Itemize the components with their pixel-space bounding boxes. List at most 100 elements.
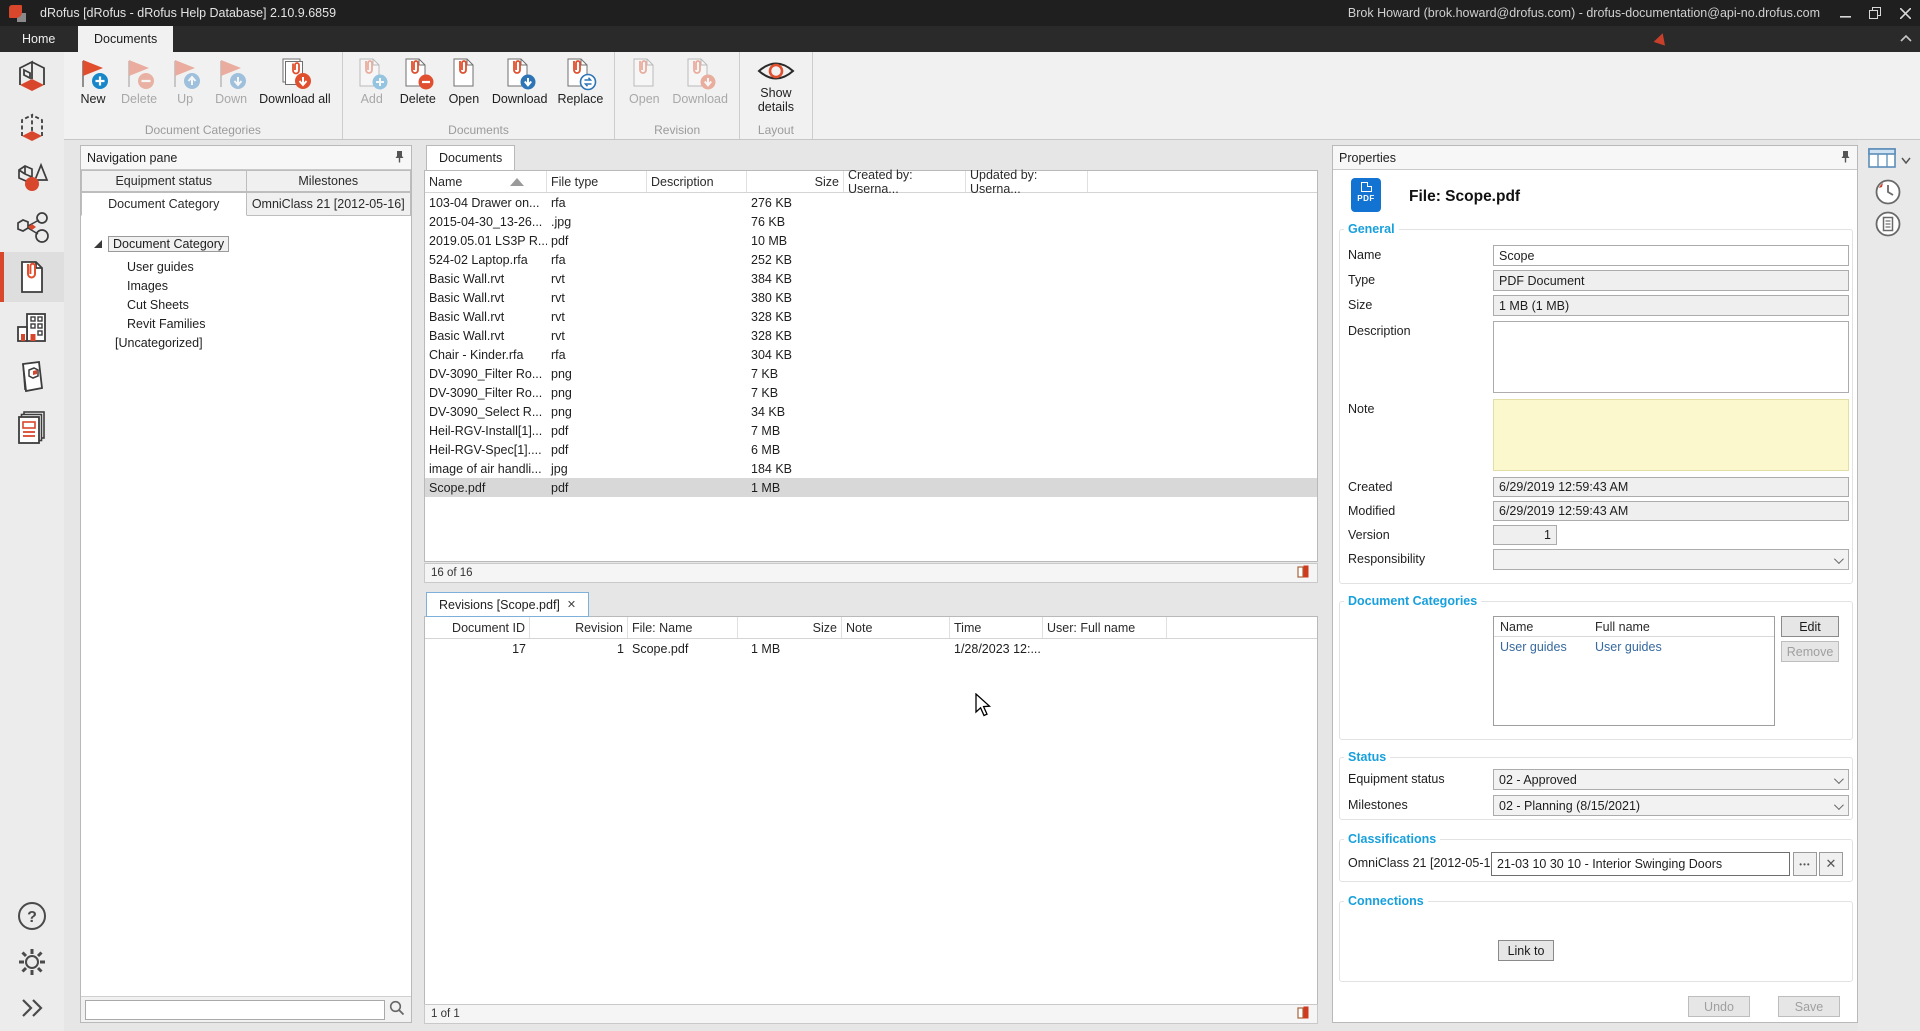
table-row[interactable]: 524-02 Laptop.rfarfa252 KB [425,250,1317,269]
sidebar-item-items[interactable] [0,152,64,202]
column-header-file-type[interactable]: File type [547,171,647,192]
show-details-button[interactable]: Show details [746,53,806,114]
table-row-selected[interactable]: Scope.pdfpdf1 MB [425,478,1317,497]
open-revision-button[interactable]: Open [621,53,667,107]
ribbon-collapse-icon[interactable] [1900,30,1912,45]
column-header-revision[interactable]: Revision [530,617,628,638]
omniclass-clear-button[interactable]: ✕ [1819,852,1843,876]
tab-document-category[interactable]: Document Category [81,192,247,216]
sidebar-item-documents[interactable] [0,252,64,302]
milestones-dropdown[interactable]: 02 - Planning (8/15/2021) [1493,795,1849,816]
restore-button[interactable] [1860,0,1890,26]
open-document-button[interactable]: Open [441,53,487,107]
tree-item-revit-families[interactable]: Revit Families [127,314,206,333]
tree-root-document-category[interactable]: Document Category [93,234,229,253]
sidebar-item-reports[interactable] [0,402,64,452]
table-row[interactable]: 2015-04-30_13-26....jpg76 KB [425,212,1317,231]
tab-omniclass[interactable]: OmniClass 21 [2012-05-16] [247,192,412,216]
omniclass-field[interactable] [1491,852,1790,876]
description-field[interactable] [1493,321,1849,393]
revision-row[interactable]: 17 1 Scope.pdf 1 MB 1/28/2023 12:... [425,639,1317,658]
minimize-button[interactable] [1830,0,1860,26]
tab-documents[interactable]: Documents [78,26,173,52]
new-category-button[interactable]: New [70,53,116,107]
audit-log-icon[interactable] [1874,210,1902,241]
table-row[interactable]: Basic Wall.rvtrvt328 KB [425,307,1317,326]
close-revisions-icon[interactable]: ✕ [567,598,576,611]
tab-equipment-status[interactable]: Equipment status [81,170,247,192]
note-field[interactable] [1493,399,1849,471]
column-header-description[interactable]: Description [647,171,747,192]
delete-document-button[interactable]: Delete [395,53,441,107]
tree-expander-icon[interactable] [93,239,103,249]
table-row[interactable]: DV-3090_Filter Ro...png7 KB [425,383,1317,402]
search-icon[interactable] [389,1000,405,1019]
tab-documents-list[interactable]: Documents [426,145,515,170]
chevron-down-icon[interactable] [1901,153,1911,167]
link-to-button[interactable]: Link to [1498,940,1554,961]
replace-document-button[interactable]: Replace [552,53,608,107]
table-row[interactable]: Basic Wall.rvtrvt380 KB [425,288,1317,307]
table-row[interactable]: 103-04 Drawer on...rfa276 KB [425,193,1317,212]
tab-revisions[interactable]: Revisions [Scope.pdf] ✕ [426,592,589,617]
tree-item-images[interactable]: Images [127,276,168,295]
column-header-file-name[interactable]: File: Name [628,617,738,638]
help-button[interactable]: ? [0,893,64,939]
close-button[interactable] [1890,0,1920,26]
column-header-size[interactable]: Size [738,617,842,638]
sidebar-item-buildings[interactable] [0,302,64,352]
table-row[interactable]: DV-3090_Filter Ro...png7 KB [425,364,1317,383]
history-icon[interactable] [1874,178,1902,209]
download-document-button[interactable]: Download [487,53,553,107]
column-header-document-id[interactable]: Document ID [425,617,530,638]
column-header-time[interactable]: Time [950,617,1043,638]
sidebar-item-room-templates[interactable] [0,102,64,152]
layout-table-icon[interactable] [1868,148,1896,171]
tree-item-cut-sheets[interactable]: Cut Sheets [127,295,189,314]
column-header-created-by[interactable]: Created by: Userna... [844,171,966,192]
name-field[interactable] [1493,245,1849,266]
omniclass-browse-button[interactable]: ••• [1793,852,1817,876]
version-field[interactable]: 1 [1493,525,1557,545]
sidebar-item-rooms[interactable] [0,52,64,102]
download-revision-button[interactable]: Download [667,53,733,107]
pin-icon[interactable] [1839,150,1851,166]
category-full-name-link[interactable]: User guides [1589,640,1668,654]
table-row[interactable]: 2019.05.01 LS3P R...pdf10 MB [425,231,1317,250]
column-header-name[interactable]: Name [425,171,547,192]
delete-category-button[interactable]: Delete [116,53,162,107]
edit-categories-button[interactable]: Edit [1781,616,1839,637]
table-row[interactable]: Basic Wall.rvtrvt384 KB [425,269,1317,288]
log-book-icon[interactable] [1296,1005,1311,1023]
download-all-button[interactable]: Download all [254,53,336,107]
sidebar-item-catalog[interactable] [0,352,64,402]
tree-item-uncategorized[interactable]: [Uncategorized] [115,333,203,352]
column-header-user[interactable]: User: Full name [1043,617,1167,638]
equipment-status-dropdown[interactable]: 02 - Approved [1493,769,1849,790]
tree-item-user-guides[interactable]: User guides [127,257,194,276]
column-header-updated-by[interactable]: Updated by: Userna... [966,171,1088,192]
log-book-icon[interactable] [1296,564,1311,582]
add-document-button[interactable]: Add [349,53,395,107]
pin-icon[interactable] [393,150,405,166]
table-row[interactable]: Heil-RGV-Install[1]...pdf7 MB [425,421,1317,440]
table-row[interactable]: image of air handli...jpg184 KB [425,459,1317,478]
move-down-category-button[interactable]: Down [208,53,254,107]
move-up-category-button[interactable]: Up [162,53,208,107]
tab-milestones[interactable]: Milestones [247,170,412,192]
table-row[interactable]: Heil-RGV-Spec[1]....pdf6 MB [425,440,1317,459]
expand-sidebar-button[interactable] [0,985,64,1031]
column-header-note[interactable]: Note [842,617,950,638]
remove-category-button[interactable]: Remove [1781,641,1839,662]
table-row[interactable]: Basic Wall.rvtrvt328 KB [425,326,1317,345]
save-button[interactable]: Save [1778,996,1840,1017]
category-row[interactable]: User guides User guides [1494,637,1774,657]
column-header-size[interactable]: Size [747,171,844,192]
undo-button[interactable]: Undo [1688,996,1750,1017]
search-input[interactable] [85,1000,385,1020]
category-name-link[interactable]: User guides [1494,640,1589,654]
sidebar-item-item-templates[interactable] [0,202,64,252]
tab-home[interactable]: Home [6,26,71,52]
table-row[interactable]: DV-3090_Select R...png34 KB [425,402,1317,421]
table-row[interactable]: Chair - Kinder.rfarfa304 KB [425,345,1317,364]
